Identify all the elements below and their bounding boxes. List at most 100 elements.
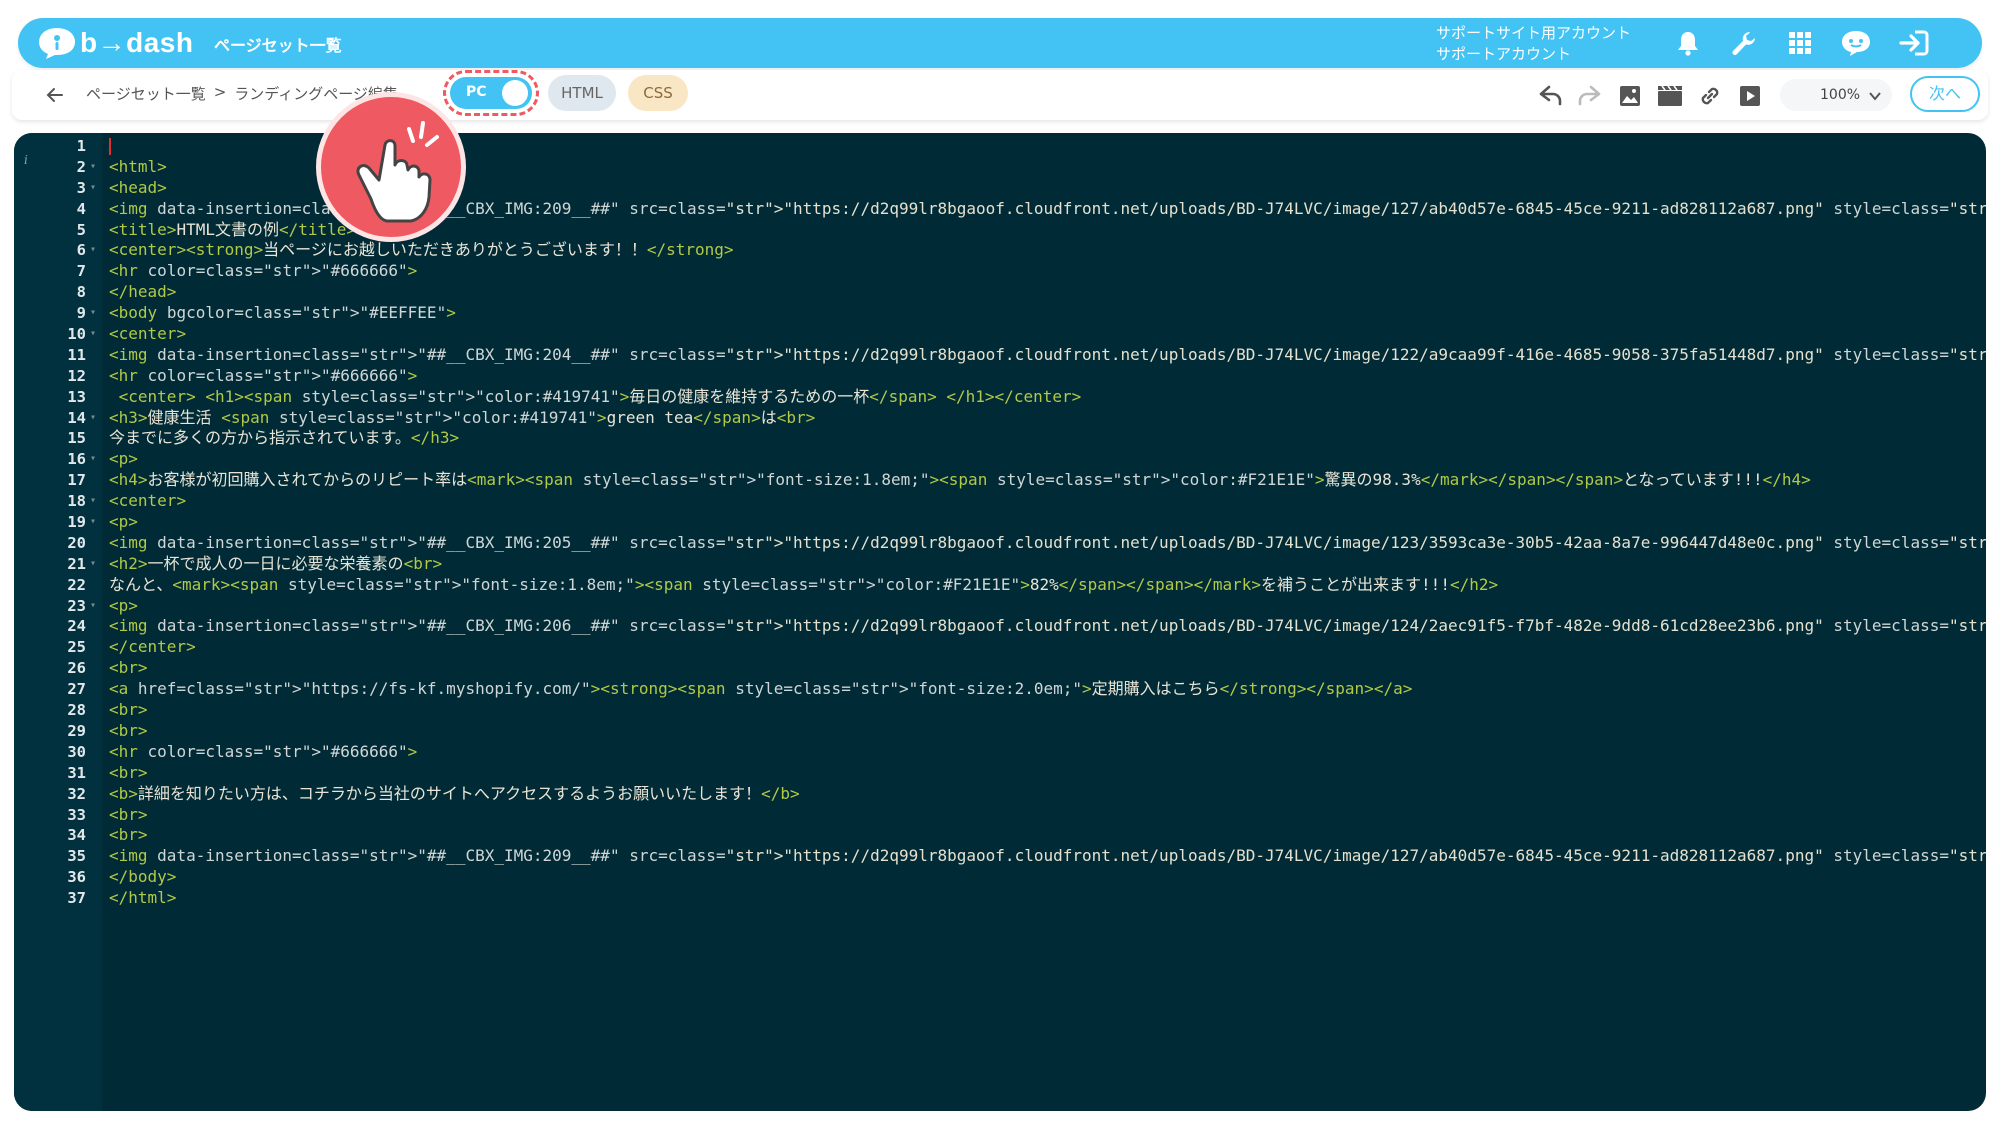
code-line[interactable]: 19 ▾ <p> [14,512,1986,533]
code-line[interactable]: 26 <br> [14,658,1986,679]
code-line[interactable]: 11 <img data-insertion=class="str">"##__C… [14,345,1986,366]
code-line[interactable]: 6 ▾ <center><strong>当ページにお越しいただきありがとうございます… [14,240,1986,261]
code-line[interactable]: 10 ▾ <center> [14,324,1986,345]
chevron-down-icon [1868,89,1882,103]
code-line[interactable]: 33 <br> [14,805,1986,826]
play-icon[interactable] [1736,82,1764,110]
code-line[interactable]: 20 <img data-insertion=class="str">"##__C… [14,533,1986,554]
code-line[interactable]: 31 <br> [14,763,1986,784]
fold-arrow-icon[interactable]: ▾ [90,554,96,575]
code-line[interactable]: 9 ▾ <body bgcolor=class="str">"#EEFFEE"> [14,303,1986,324]
code-line[interactable]: 24 <img data-insertion=class="str">"##__C… [14,616,1986,637]
code-line[interactable]: 34 <br> [14,825,1986,846]
pc-device-toggle[interactable]: PC [450,77,532,109]
line-number: 30 [67,742,86,761]
line-number: 20 [67,533,86,552]
code-line[interactable]: 22 なんと、<mark><span style=class="str">"fon… [14,575,1986,596]
code-line[interactable]: 1 [14,136,1986,157]
code-line[interactable]: 21 ▾ <h2>一杯で成人の一日に必要な栄養素の<br> [14,554,1986,575]
code-text: </html> [109,888,177,908]
code-line[interactable]: 7 <hr color=class="str">"#666666"> [14,261,1986,282]
wrench-icon[interactable] [1728,27,1760,59]
tab-css[interactable]: CSS [628,75,688,111]
link-icon[interactable] [1696,82,1724,110]
line-number: 17 [67,471,86,490]
code-line[interactable]: 37 </html> [14,888,1986,909]
line-number: 7 [76,262,86,281]
image-icon[interactable] [1616,82,1644,110]
logo-text: b→dash [80,27,194,58]
code-line[interactable]: 8 </head> [14,282,1986,303]
video-icon[interactable] [1656,82,1684,110]
tab-html[interactable]: HTML [548,75,616,111]
logout-icon[interactable] [1898,27,1930,59]
fold-arrow-icon[interactable]: ▾ [90,596,96,617]
code-line[interactable]: 16 ▾ <p> [14,449,1986,470]
fold-arrow-icon[interactable]: ▾ [90,303,96,324]
fold-arrow-icon[interactable]: ▾ [90,491,96,512]
grid-icon[interactable] [1784,27,1816,59]
code-line[interactable]: 14 ▾ <h3>健康生活 <span style=class="str">"col… [14,408,1986,429]
code-text: <center><strong>当ページにお越しいただきありがとうございます！！… [109,240,734,260]
code-text: <p> [109,512,138,532]
page-title: ページセット一覧 [214,36,342,55]
chat-bot-icon[interactable] [1840,27,1872,59]
code-line[interactable]: 18 ▾ <center> [14,491,1986,512]
line-number: 23 [67,596,86,615]
code-line[interactable]: 12 <hr color=class="str">"#666666"> [14,366,1986,387]
fold-arrow-icon[interactable]: ▾ [90,178,96,199]
code-text: <br> [109,720,148,740]
code-lines[interactable]: 1 2 ▾ <html> 3 ▾ <head> 4 <img data-insertion=cl… [14,136,1986,909]
account-line-1: サポートサイト用アカウント [1436,24,1632,42]
code-line[interactable]: 15 今までに多くの方から指示されています。</h3> [14,428,1986,449]
line-number: 33 [67,805,86,824]
code-line[interactable]: 23 ▾ <p> [14,596,1986,617]
fold-arrow-icon[interactable]: ▾ [90,324,96,345]
pointer-hand-icon [316,92,466,242]
code-text: <h4>お客様が初回購入されてからのリピート率は<mark><span styl… [109,470,1811,490]
logo[interactable]: b→dash [36,24,193,62]
code-editor[interactable]: i 1 2 ▾ <html> 3 ▾ <head> 4 <img data-insertion=… [14,133,1986,1111]
line-number: 28 [67,701,86,720]
code-line[interactable]: 25 </center> [14,637,1986,658]
line-number: 18 [67,492,86,511]
code-text: <title>HTML文書の例</title> [109,219,356,239]
fold-arrow-icon[interactable]: ▾ [90,157,96,178]
code-line[interactable]: 29 <br> [14,721,1986,742]
code-line[interactable]: 4<img data-insertion=class="str">"##__CB… [14,199,1986,220]
fold-arrow-icon[interactable]: ▾ [90,240,96,261]
line-number: 4 [76,199,86,218]
zoom-select[interactable]: 100% [1780,79,1892,111]
line-number: 27 [67,680,86,699]
code-line[interactable]: 30 <hr color=class="str">"#666666"> [14,742,1986,763]
code-text: <center> <h1><span style=class="str">"co… [118,386,1082,406]
redo-icon[interactable] [1576,82,1604,110]
back-arrow-icon[interactable] [44,84,66,106]
code-line[interactable]: 32 <b>詳細を知りたい方は、コチラから当社のサイトへアクセスするようお願いいた… [14,784,1986,805]
line-number: 15 [67,429,86,448]
code-line[interactable]: 35 <img data-insertion=class="str">"##__C… [14,846,1986,867]
code-line[interactable]: 28 <br> [14,700,1986,721]
code-line[interactable]: 5 <title>HTML文書の例</title> [14,220,1986,241]
code-text: <p> [109,449,138,469]
code-text: <head> [109,177,167,197]
next-button[interactable]: 次へ [1910,76,1980,112]
fold-arrow-icon[interactable]: ▾ [90,512,96,533]
breadcrumb-item-page-sets[interactable]: ページセット一覧 [86,83,206,104]
code-line[interactable]: 2 ▾ <html> [14,157,1986,178]
account-info[interactable]: サポートサイト用アカウント サポートアカウント [1436,23,1631,65]
line-number: 14 [67,408,86,427]
fold-arrow-icon[interactable]: ▾ [90,449,96,470]
code-line[interactable]: 36 </body> [14,867,1986,888]
code-text: </head> [109,282,177,302]
fold-arrow-icon[interactable]: ▾ [90,408,96,429]
code-line[interactable]: 17 <h4>お客様が初回購入されてからのリピート率は<mark><span st… [14,470,1986,491]
bell-icon[interactable] [1672,27,1704,59]
line-number: 37 [67,889,86,908]
line-number: 32 [67,784,86,803]
code-line[interactable]: 3 ▾ <head> [14,178,1986,199]
code-line[interactable]: 13 <center> <h1><span style=class="str">… [14,387,1986,408]
toggle-knob [502,80,528,106]
code-line[interactable]: 27 <a href=class="str">"https://fs-kf.mys… [14,679,1986,700]
undo-icon[interactable] [1536,82,1564,110]
